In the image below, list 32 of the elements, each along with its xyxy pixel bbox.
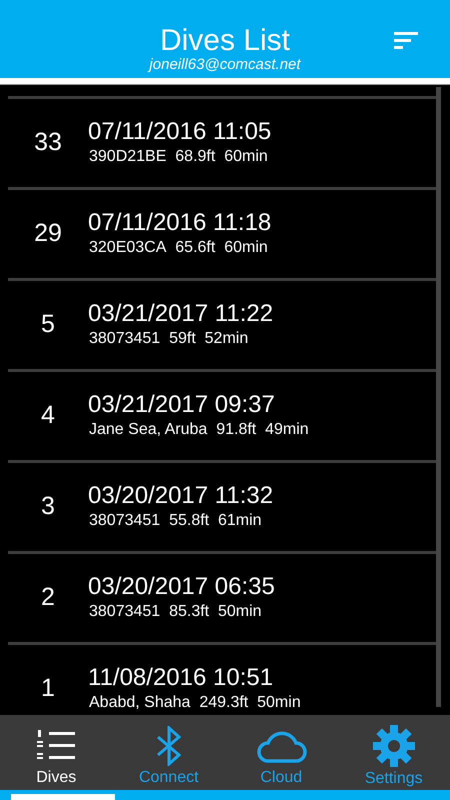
dive-datetime: 03/20/2017 06:35 xyxy=(88,573,275,601)
dive-datetime: 03/21/2017 11:22 xyxy=(88,300,274,328)
dive-datetime: 11/08/2016 10:51 xyxy=(88,664,274,692)
dive-number: 2 xyxy=(40,582,56,614)
dive-details: 320E03CA 65.6ft 60min xyxy=(88,238,269,258)
dive-details: 38073451 59ft 52min xyxy=(88,328,250,349)
dive-details: Jane Sea, Aruba 91.8ft 49min xyxy=(88,420,309,440)
dive-datetime: 07/11/2016 11:18 xyxy=(88,209,272,237)
dive-number: 4 xyxy=(40,400,56,432)
dive-details: 38073451 55.8ft 61min xyxy=(88,510,263,531)
dive-number: 1 xyxy=(40,673,56,704)
sort-button[interactable] xyxy=(394,32,420,50)
bluetooth-icon xyxy=(154,726,183,766)
dive-number: 5 xyxy=(40,309,56,340)
dive-number: 33 xyxy=(33,127,63,158)
tab[interactable]: Connect xyxy=(112,715,225,790)
tab[interactable]: Settings xyxy=(338,715,450,790)
settings-icon xyxy=(372,725,415,767)
dive-number: 29 xyxy=(33,218,63,250)
dive-details: 390D21BE 68.9ft 60min xyxy=(88,146,269,167)
tab[interactable]: Dives xyxy=(0,715,112,790)
tab[interactable]: Cloud xyxy=(225,715,338,790)
screen-title: Dives List xyxy=(160,23,290,56)
scrollbar[interactable] xyxy=(436,87,441,707)
dive-datetime: 03/20/2017 11:32 xyxy=(88,482,274,510)
dive-datetime: 03/21/2017 09:37 xyxy=(88,391,276,419)
dive-datetime: 07/11/2016 11:05 xyxy=(88,118,272,146)
dive-number: 3 xyxy=(40,491,56,522)
sort-icon xyxy=(394,32,420,50)
dive-details: Ababd, Shaha 249.3ft 50min xyxy=(88,692,301,713)
account-email: joneill63@comcast.net xyxy=(149,56,301,74)
dive-details: 38073451 85.3ft 50min xyxy=(88,602,263,622)
